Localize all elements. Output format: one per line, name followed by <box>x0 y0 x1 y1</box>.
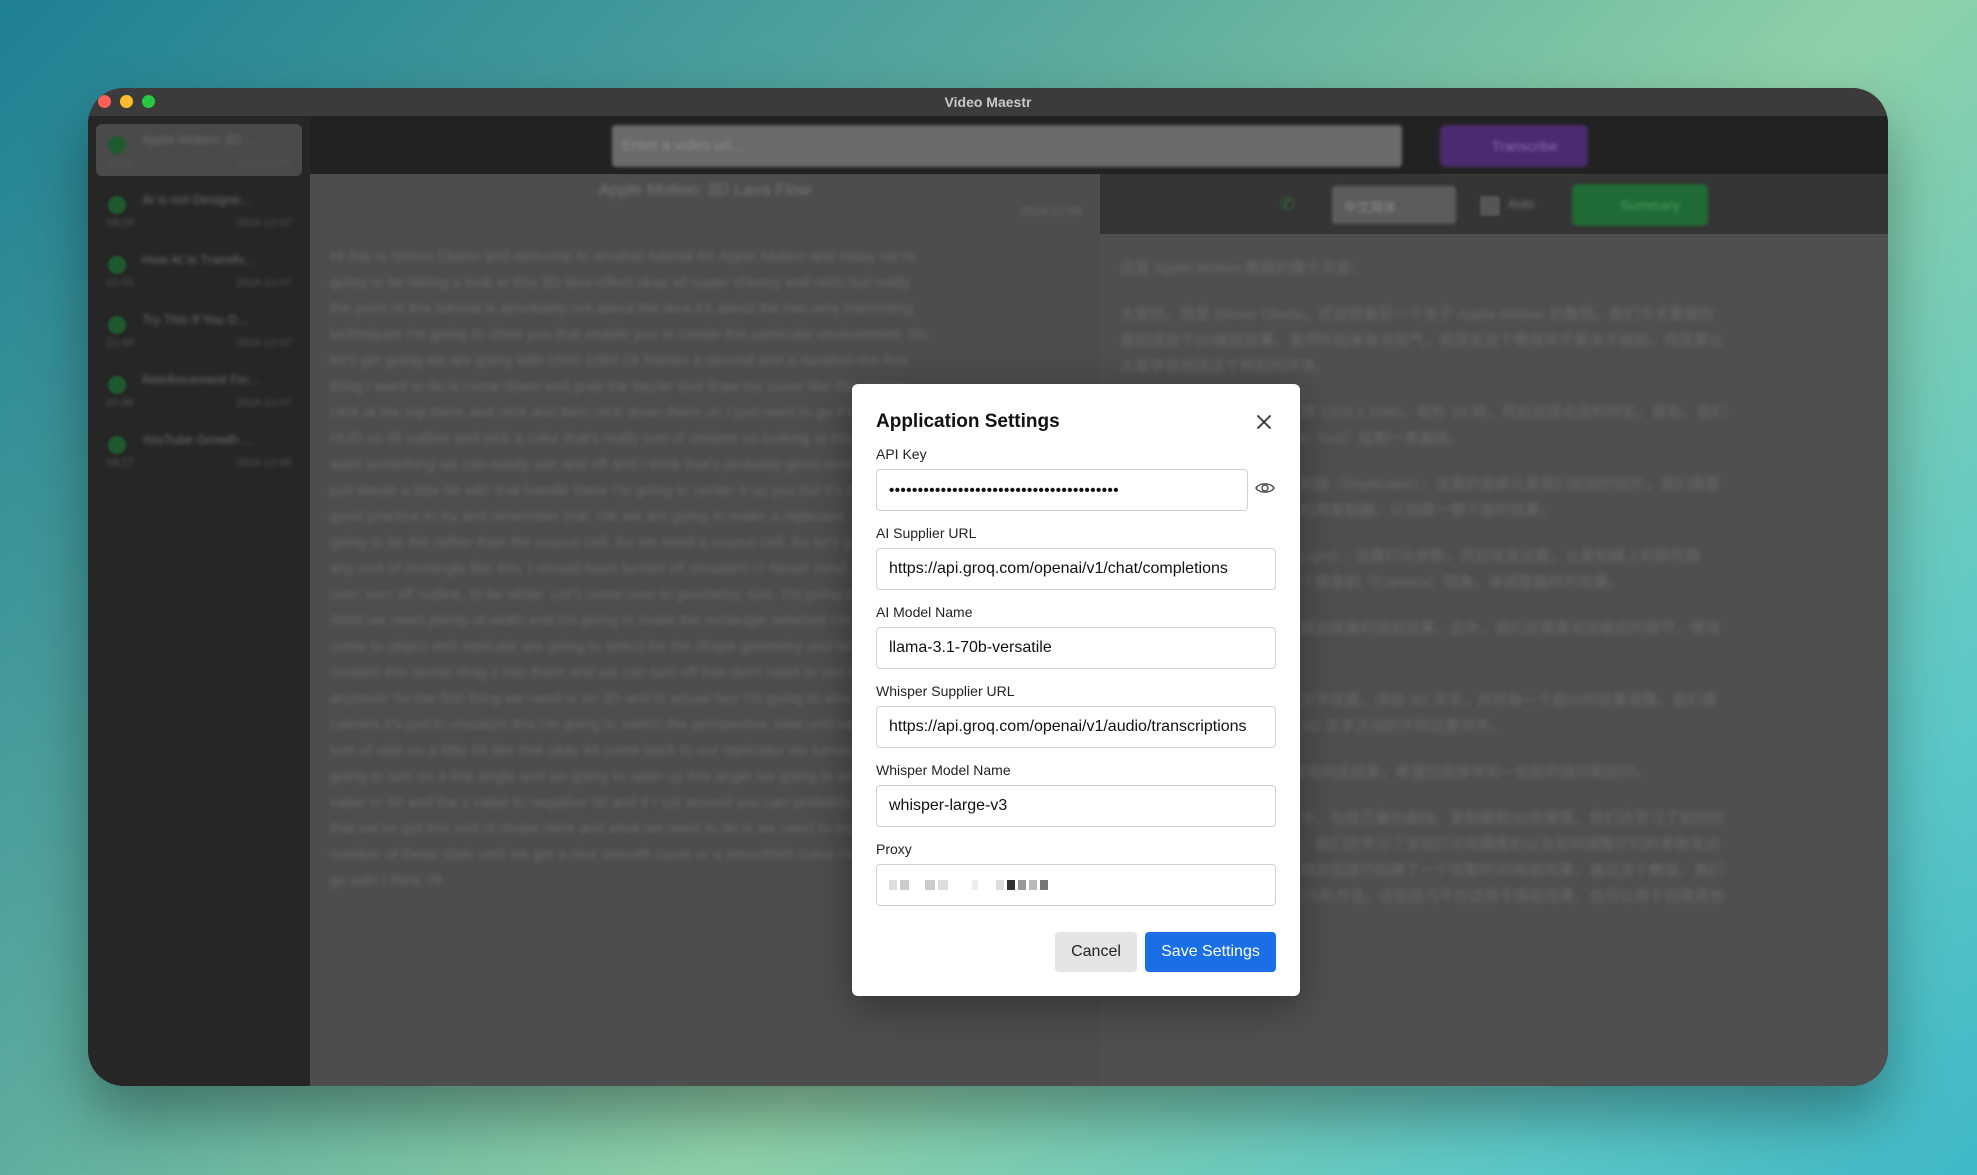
save-settings-button[interactable]: Save Settings <box>1145 932 1276 972</box>
dialog-footer: Cancel Save Settings <box>876 932 1276 972</box>
api-key-input[interactable]: •••••••••••••••••••••••••••••••••••••••• <box>876 469 1248 511</box>
proxy-label: Proxy <box>876 841 912 857</box>
ai-supplier-url-input[interactable]: https://api.groq.com/openai/v1/chat/comp… <box>876 548 1276 590</box>
ai-supplier-url-label: AI Supplier URL <box>876 525 977 541</box>
close-icon <box>1257 415 1271 429</box>
whisper-supplier-url-field: Whisper Supplier URL https://api.groq.co… <box>876 683 1276 748</box>
ai-model-name-input[interactable]: llama-3.1-70b-versatile <box>876 627 1276 669</box>
ai-supplier-url-field: AI Supplier URL https://api.groq.com/ope… <box>876 525 1276 590</box>
eye-icon <box>1255 483 1275 493</box>
dialog-title: Application Settings <box>876 411 1060 432</box>
proxy-field: Proxy <box>876 841 1276 906</box>
app-window: Video Maestr Apple Motion: 3D ... 10:04 2… <box>88 88 1888 1086</box>
whisper-supplier-url-label: Whisper Supplier URL <box>876 683 1015 699</box>
whisper-supplier-url-input[interactable]: https://api.groq.com/openai/v1/audio/tra… <box>876 706 1276 748</box>
proxy-redacted-value <box>889 880 1048 890</box>
whisper-model-name-field: Whisper Model Name whisper-large-v3 <box>876 762 1276 827</box>
cancel-button[interactable]: Cancel <box>1055 932 1137 972</box>
whisper-model-name-label: Whisper Model Name <box>876 762 1011 778</box>
toggle-visibility-button[interactable] <box>1254 477 1276 499</box>
settings-dialog: Application Settings API Key •••••••••••… <box>852 384 1300 996</box>
close-dialog-button[interactable] <box>1252 410 1276 434</box>
ai-model-name-field: AI Model Name llama-3.1-70b-versatile <box>876 604 1276 669</box>
dialog-header: Application Settings <box>876 408 1276 436</box>
proxy-input[interactable] <box>876 864 1276 906</box>
api-key-label: API Key <box>876 446 927 462</box>
whisper-model-name-input[interactable]: whisper-large-v3 <box>876 785 1276 827</box>
ai-model-name-label: AI Model Name <box>876 604 973 620</box>
api-key-field: API Key ••••••••••••••••••••••••••••••••… <box>876 446 1276 511</box>
